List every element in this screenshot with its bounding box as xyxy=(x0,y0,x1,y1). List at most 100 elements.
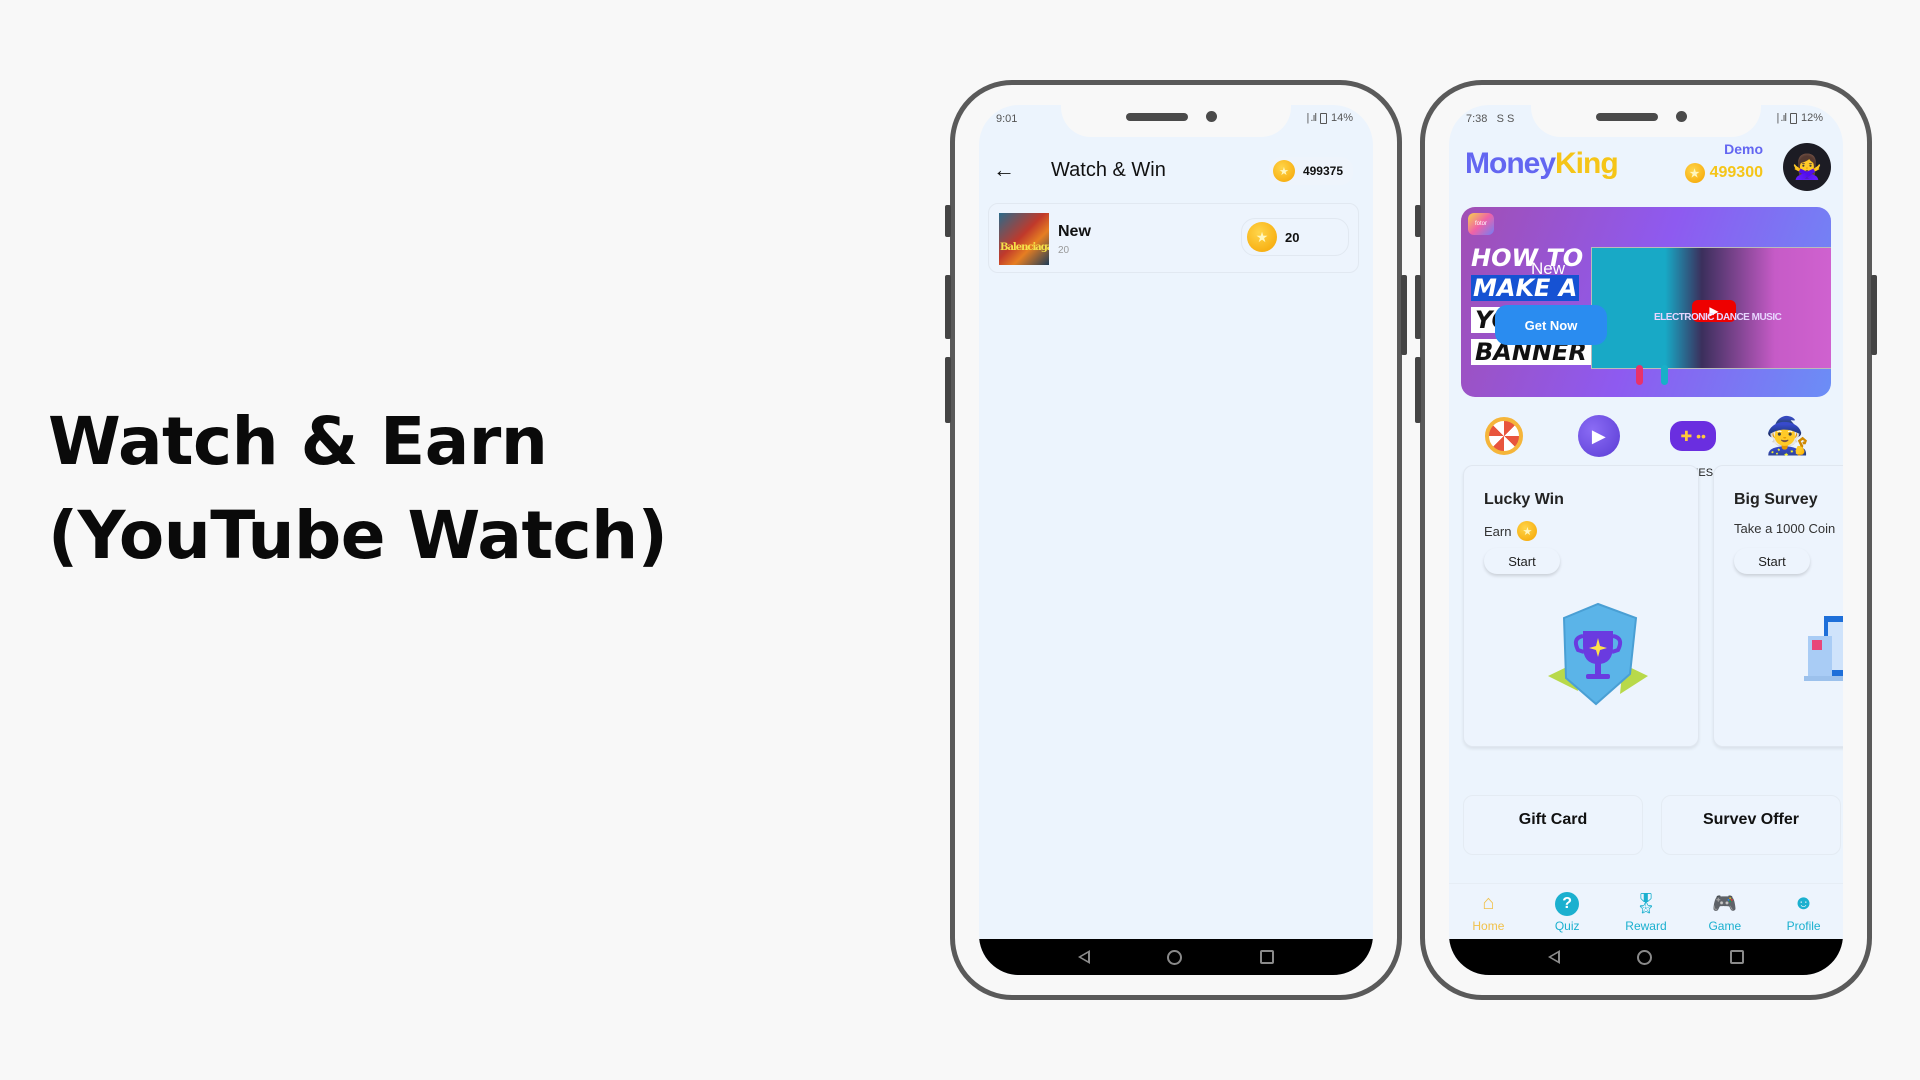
screen: 7:38 S S | .ıl 12% MoneyKing Demo ★ 4993… xyxy=(1449,105,1843,975)
speaker xyxy=(1126,113,1188,121)
nav-home[interactable]: ⌂ Home xyxy=(1453,891,1523,933)
status-time-text: 7:38 xyxy=(1466,113,1488,125)
logo-part-1: Money xyxy=(1465,147,1556,180)
nav-back-icon[interactable] xyxy=(1077,950,1090,964)
start-button[interactable]: Start xyxy=(1734,548,1810,574)
promo-banner[interactable]: fotor HOW TO MAKE A YO BANNER ▶ ELECTRON… xyxy=(1461,207,1831,397)
battery-icon xyxy=(1319,112,1327,124)
offer-title: Gift Card xyxy=(1518,811,1588,828)
user-name: Demo xyxy=(1724,141,1763,157)
battery-charging-icon xyxy=(1789,112,1797,124)
status-icons: | .ıl 14% xyxy=(1306,112,1353,124)
battery-level: 14% xyxy=(1330,112,1353,124)
status-icons: | .ıl 12% xyxy=(1776,112,1823,124)
carousel-dot xyxy=(1636,365,1643,385)
get-now-button[interactable]: Get Now xyxy=(1495,305,1607,345)
video-subtitle: 20 xyxy=(1058,245,1070,256)
camera xyxy=(1676,111,1687,122)
task-card-lucky-win[interactable]: Lucky Win Earn ★ Start xyxy=(1463,465,1699,747)
coin-icon: ★ xyxy=(1247,222,1277,252)
side-button xyxy=(1415,205,1421,237)
video-title: New xyxy=(1058,223,1091,240)
nav-label: Home xyxy=(1472,918,1505,933)
nav-recents-icon[interactable] xyxy=(1260,950,1275,964)
start-button[interactable]: Start xyxy=(1484,548,1560,574)
trophy-shield-icon xyxy=(1548,602,1648,706)
nav-game[interactable]: 🎮 Game xyxy=(1690,891,1760,933)
avatar[interactable]: 🙅‍♀️ xyxy=(1783,143,1831,191)
offer-title: Survev Offer xyxy=(1702,811,1800,828)
coin-icon: ★ xyxy=(1684,163,1705,183)
spin-wheel-icon xyxy=(1485,417,1524,455)
system-nav-bar xyxy=(979,939,1373,975)
quiz-icon: ? xyxy=(1555,891,1580,916)
status-time: 9:01 xyxy=(996,113,1018,125)
headline-line-1: Watch & Earn xyxy=(48,403,548,480)
nav-home-icon[interactable] xyxy=(1167,949,1183,965)
coin-balance: ★ 499300 xyxy=(1684,163,1763,183)
balance-value: 499375 xyxy=(1302,164,1343,178)
balance-value: 499300 xyxy=(1709,164,1763,181)
banner-text-1: HOW TO xyxy=(1471,244,1584,272)
task-subtitle-text: Earn xyxy=(1484,523,1512,539)
medal-icon: 🎖 xyxy=(1633,893,1659,915)
task-title: Big Survey xyxy=(1734,491,1818,508)
play-video-icon: ▶ xyxy=(1577,415,1620,457)
notch xyxy=(1531,105,1761,137)
nav-profile[interactable]: ☻ Profile xyxy=(1769,891,1839,933)
nav-back-icon[interactable] xyxy=(1547,950,1560,964)
survey-illustration-icon xyxy=(1804,616,1843,681)
gamepad-icon: ✚ •• xyxy=(1670,421,1717,451)
volume-down-button xyxy=(945,357,951,423)
phone-watch-win: 9:01 | .ıl 14% ← Watch & Win ★ 499375 Ba… xyxy=(945,80,1407,1000)
app-logo: MoneyKing xyxy=(1465,147,1619,181)
task-subtitle: Earn ★ xyxy=(1484,521,1538,541)
headline-line-2: (YouTube Watch) xyxy=(48,497,668,574)
task-card-big-survey[interactable]: Big Survey Take a 1000 Coin Start xyxy=(1713,465,1843,747)
nav-recents-icon[interactable] xyxy=(1730,950,1745,964)
banner-label: New xyxy=(1531,259,1566,278)
camera xyxy=(1206,111,1217,122)
screen: 9:01 | .ıl 14% ← Watch & Win ★ 499375 Ba… xyxy=(979,105,1373,975)
back-arrow-icon[interactable]: ← xyxy=(993,157,1015,183)
nav-home-icon[interactable] xyxy=(1637,949,1653,965)
nav-label: Profile xyxy=(1786,918,1821,933)
coin-icon: ★ xyxy=(1272,160,1295,182)
app-bar: ← Watch & Win ★ 499375 xyxy=(979,145,1373,195)
wizard-icon: 🧙 xyxy=(1765,415,1811,456)
banner-image: ▶ ELECTRONIC DANCE MUSIC xyxy=(1591,247,1831,369)
notch xyxy=(1061,105,1291,137)
notification-icon: S xyxy=(1507,113,1515,125)
task-subtitle: Take a 1000 Coin xyxy=(1734,521,1836,536)
signal-icon: | .ıl xyxy=(1776,112,1787,124)
nav-label: Game xyxy=(1708,918,1742,933)
home-icon: ⌂ xyxy=(1482,892,1495,914)
volume-down-button xyxy=(1415,357,1421,423)
status-time: 7:38 S S xyxy=(1466,113,1514,125)
notification-icon: S xyxy=(1496,113,1504,125)
nav-label: Reward xyxy=(1625,918,1667,933)
volume-up-button xyxy=(1415,275,1421,339)
battery-level: 12% xyxy=(1800,112,1823,124)
promo-headline: Watch & Earn (YouTube Watch) xyxy=(48,395,668,583)
reward-value: 20 xyxy=(1285,229,1300,245)
thumbnail-title: Balenciaga xyxy=(1000,242,1049,253)
power-button xyxy=(1401,275,1407,355)
signal-icon: | .ıl xyxy=(1306,112,1317,124)
nav-quiz[interactable]: ? Quiz xyxy=(1532,891,1602,933)
gamepad-icon: 🎮 xyxy=(1712,893,1738,915)
nav-label: Quiz xyxy=(1554,918,1580,933)
offer-card-survey-offer[interactable]: Survev Offer xyxy=(1661,795,1841,855)
carousel-dot xyxy=(1661,365,1668,385)
carousel-indicator xyxy=(1636,365,1668,385)
bottom-nav: ⌂ Home ? Quiz 🎖 Reward 🎮 Game ☻ Profile xyxy=(1449,883,1843,939)
volume-up-button xyxy=(945,275,951,339)
coin-icon: ★ xyxy=(1517,521,1538,541)
task-title: Lucky Win xyxy=(1484,491,1564,508)
video-list-item[interactable]: Balenciaga New 20 ★ 20 xyxy=(988,203,1359,273)
nav-reward[interactable]: 🎖 Reward xyxy=(1611,891,1681,933)
speaker xyxy=(1596,113,1658,121)
side-button xyxy=(945,205,951,237)
offer-card-gift-card[interactable]: Gift Card xyxy=(1463,795,1643,855)
profile-icon: ☻ xyxy=(1793,892,1815,914)
